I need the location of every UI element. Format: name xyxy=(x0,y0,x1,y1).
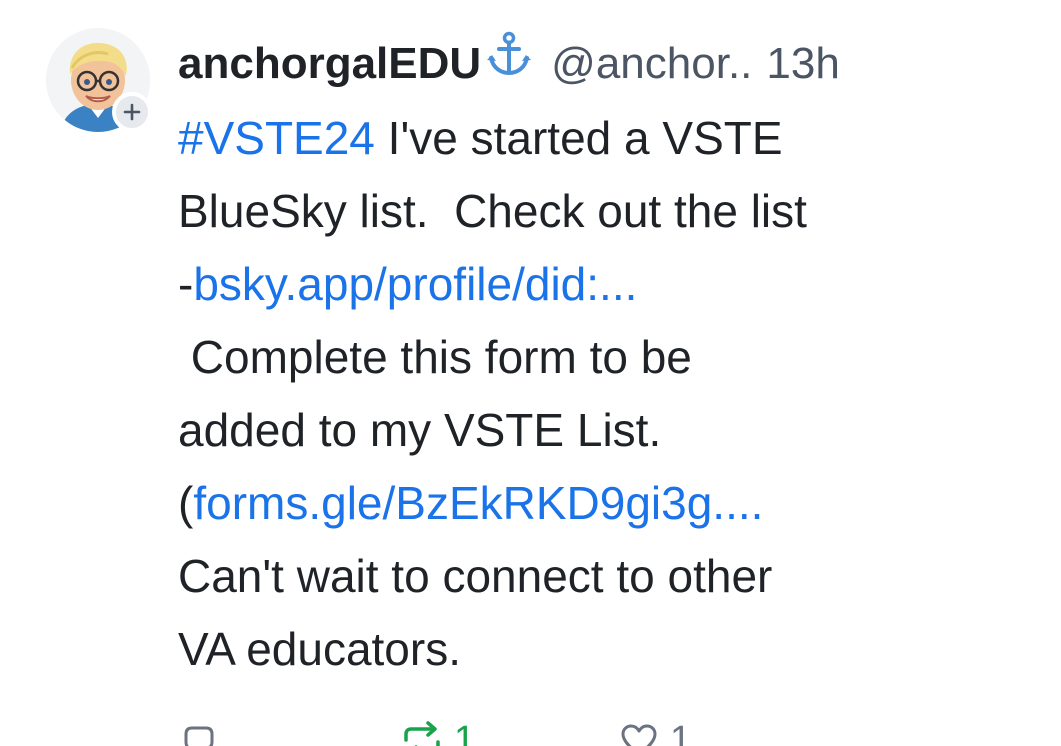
post-text: #VSTE24 I've started a VSTE BlueSky list… xyxy=(178,102,1048,686)
post-actions: 1 1 xyxy=(178,720,878,746)
post-line: #VSTE24 I've started a VSTE xyxy=(178,102,1048,175)
plus-icon xyxy=(123,103,141,121)
post-line: Complete this form to be xyxy=(178,331,692,383)
post-line: -bsky.app/profile/did:... xyxy=(178,248,1048,321)
author-display-name[interactable]: anchorgalEDU xyxy=(178,26,481,102)
post-content: anchorgalEDU @anchor.. 13h #VSTE24 I've … xyxy=(178,26,1048,686)
post-line-text: - xyxy=(178,258,194,310)
repost-count: 1 xyxy=(454,719,476,746)
reply-button[interactable] xyxy=(178,720,218,746)
author-handle[interactable]: @anchor.. xyxy=(551,26,752,102)
hashtag-link[interactable]: #VSTE24 xyxy=(178,112,375,164)
reply-icon xyxy=(184,726,214,746)
post-timestamp[interactable]: 13h xyxy=(766,26,839,102)
repost-icon xyxy=(404,721,440,746)
google-form-link[interactable]: forms.gle/BzEkRKD9gi3g.... xyxy=(193,477,763,529)
post-line: VA educators. xyxy=(178,623,461,675)
post-line: (forms.gle/BzEkRKD9gi3g.... xyxy=(178,467,1048,540)
heart-icon xyxy=(621,724,657,746)
post-line: added to my VSTE List. xyxy=(178,404,662,456)
anchor-icon xyxy=(485,30,533,78)
post-line-text: I've started a VSTE xyxy=(374,112,783,164)
post-line-text: ( xyxy=(178,477,194,529)
post-line: Can't wait to connect to other xyxy=(178,550,773,602)
bsky-list-link[interactable]: bsky.app/profile/did:... xyxy=(193,258,637,310)
like-button[interactable]: 1 xyxy=(618,720,691,746)
post-header: anchorgalEDU @anchor.. 13h xyxy=(178,26,1048,102)
author-avatar-container[interactable] xyxy=(46,28,152,134)
follow-button[interactable] xyxy=(112,92,152,132)
post-card[interactable]: anchorgalEDU @anchor.. 13h #VSTE24 I've … xyxy=(0,0,1061,746)
post-line: BlueSky list. Check out the list xyxy=(178,185,807,237)
repost-button[interactable]: 1 xyxy=(400,720,475,746)
like-count: 1 xyxy=(670,719,692,746)
